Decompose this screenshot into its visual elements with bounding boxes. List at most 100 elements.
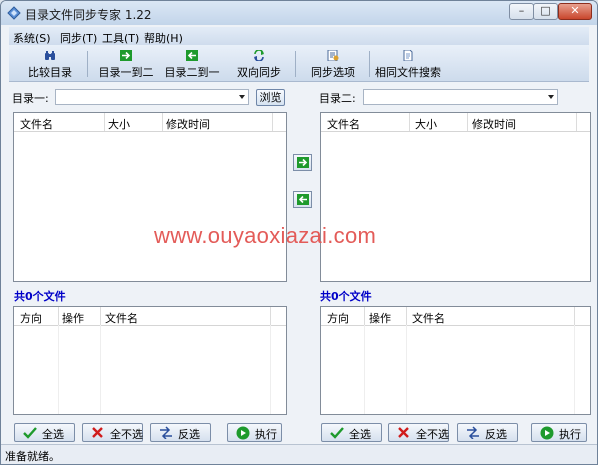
toolbar-separator: [87, 51, 88, 77]
app-icon: [7, 6, 21, 20]
dir2-file-list[interactable]: 文件名 大小 修改时间: [320, 112, 591, 282]
column-header-modified[interactable]: 修改时间: [472, 116, 516, 132]
binoculars-icon: [45, 51, 55, 60]
column-header-operation[interactable]: 操作: [369, 310, 391, 326]
browse-button[interactable]: 浏览: [256, 89, 285, 106]
two-to-one-button[interactable]: 目录二到一: [161, 47, 223, 79]
compare-button[interactable]: 比较目录: [21, 47, 79, 79]
column-divider: [576, 113, 577, 131]
right-operation-list-header: 方向 操作 文件名: [321, 307, 590, 326]
sync-options-label: 同步选项: [311, 66, 355, 79]
column-header-filename[interactable]: 文件名: [20, 116, 53, 132]
right-file-count: 共0个文件: [320, 290, 372, 303]
grid-line: [364, 325, 365, 414]
main-window: 目录文件同步专家 1.22 – □ ✕ 系统(S) 同步(T) 工具(T) 帮助…: [0, 0, 598, 465]
window-title: 目录文件同步专家 1.22: [25, 8, 152, 22]
cross-icon: [398, 427, 409, 438]
column-divider: [467, 113, 468, 131]
document-icon: [403, 50, 413, 61]
dir1-file-list-header: 文件名 大小 修改时间: [14, 113, 286, 132]
minimize-button[interactable]: –: [509, 3, 534, 20]
sync-icon: [254, 50, 264, 61]
invert-label: 反选: [485, 428, 507, 441]
column-header-modified[interactable]: 修改时间: [166, 116, 210, 132]
select-all-label: 全选: [349, 428, 371, 441]
left-operation-list[interactable]: 方向 操作 文件名: [13, 306, 287, 415]
checkmark-icon: [23, 427, 37, 439]
right-execute-button[interactable]: 执行: [531, 423, 587, 442]
select-none-label: 全不选: [416, 428, 449, 441]
toolbar: 比较目录 目录一到二 目录二到一 双向同步 同步选项 相同文件搜索: [9, 45, 589, 82]
grid-line: [270, 325, 271, 414]
invert-label: 反选: [178, 428, 200, 441]
arrow-left-icon: [186, 50, 198, 61]
left-invert-button[interactable]: 反选: [150, 423, 211, 442]
right-select-all-button[interactable]: 全选: [321, 423, 382, 442]
left-execute-button[interactable]: 执行: [227, 423, 282, 442]
play-icon: [540, 426, 554, 440]
grid-line: [406, 325, 407, 414]
column-header-direction[interactable]: 方向: [327, 310, 349, 326]
column-divider: [58, 307, 59, 325]
maximize-button[interactable]: □: [533, 3, 558, 20]
menu-system[interactable]: 系统(S): [13, 30, 51, 46]
invert-arrows-icon: [160, 426, 172, 439]
status-text: 准备就绪。: [5, 450, 60, 463]
chevron-down-icon: [548, 95, 554, 99]
same-file-search-label: 相同文件搜索: [375, 66, 441, 79]
right-select-none-button[interactable]: 全不选: [388, 423, 449, 442]
column-divider: [104, 113, 105, 131]
copy-right-button[interactable]: [293, 154, 312, 171]
arrow-right-icon: [120, 50, 132, 61]
arrow-left-icon: [297, 194, 309, 205]
column-header-filename[interactable]: 文件名: [327, 116, 360, 132]
column-header-direction[interactable]: 方向: [20, 310, 42, 326]
column-header-size[interactable]: 大小: [415, 116, 437, 132]
column-divider: [406, 307, 407, 325]
two-to-one-label: 目录二到一: [164, 66, 220, 79]
dir2-file-list-header: 文件名 大小 修改时间: [321, 113, 590, 132]
toolbar-separator: [295, 51, 296, 77]
left-select-all-button[interactable]: 全选: [14, 423, 75, 442]
left-file-count: 共0个文件: [14, 290, 66, 303]
menu-help[interactable]: 帮助(H): [144, 30, 183, 46]
watermark: www.ouyaoxiazai.com: [154, 223, 377, 248]
sync-options-button[interactable]: 同步选项: [305, 47, 361, 79]
menu-sync[interactable]: 同步(T): [60, 30, 97, 46]
column-divider: [162, 113, 163, 131]
column-header-size[interactable]: 大小: [108, 116, 130, 132]
menu-tools[interactable]: 工具(T): [102, 30, 139, 46]
right-invert-button[interactable]: 反选: [457, 423, 518, 442]
column-header-filename[interactable]: 文件名: [105, 310, 138, 326]
dir1-file-list[interactable]: 文件名 大小 修改时间: [13, 112, 287, 282]
bidirectional-sync-button[interactable]: 双向同步: [231, 47, 287, 79]
dir1-combobox[interactable]: [55, 89, 249, 105]
toolbar-separator: [369, 51, 370, 77]
compare-label: 比较目录: [28, 66, 72, 79]
close-button[interactable]: ✕: [558, 3, 592, 20]
execute-label: 执行: [255, 428, 277, 441]
column-header-operation[interactable]: 操作: [62, 310, 84, 326]
column-divider: [100, 307, 101, 325]
grid-line: [58, 325, 59, 414]
left-select-none-button[interactable]: 全不选: [82, 423, 143, 442]
invert-arrows-icon: [467, 426, 479, 439]
dir2-label: 目录二:: [319, 92, 356, 105]
options-icon: [327, 50, 339, 61]
dir2-combobox[interactable]: [363, 89, 558, 105]
column-header-filename[interactable]: 文件名: [412, 310, 445, 326]
column-divider: [409, 113, 410, 131]
select-none-label: 全不选: [110, 428, 143, 441]
grid-line: [574, 325, 575, 414]
same-file-search-button[interactable]: 相同文件搜索: [375, 47, 441, 79]
arrow-right-icon: [297, 157, 309, 168]
left-operation-list-header: 方向 操作 文件名: [14, 307, 286, 326]
column-divider: [574, 307, 575, 325]
right-operation-list[interactable]: 方向 操作 文件名: [320, 306, 591, 415]
chevron-down-icon: [239, 95, 245, 99]
select-all-label: 全选: [42, 428, 64, 441]
copy-left-button[interactable]: [293, 191, 312, 208]
one-to-two-button[interactable]: 目录一到二: [95, 47, 157, 79]
menu-bar: 系统(S) 同步(T) 工具(T) 帮助(H): [9, 27, 589, 45]
column-divider: [272, 113, 273, 131]
